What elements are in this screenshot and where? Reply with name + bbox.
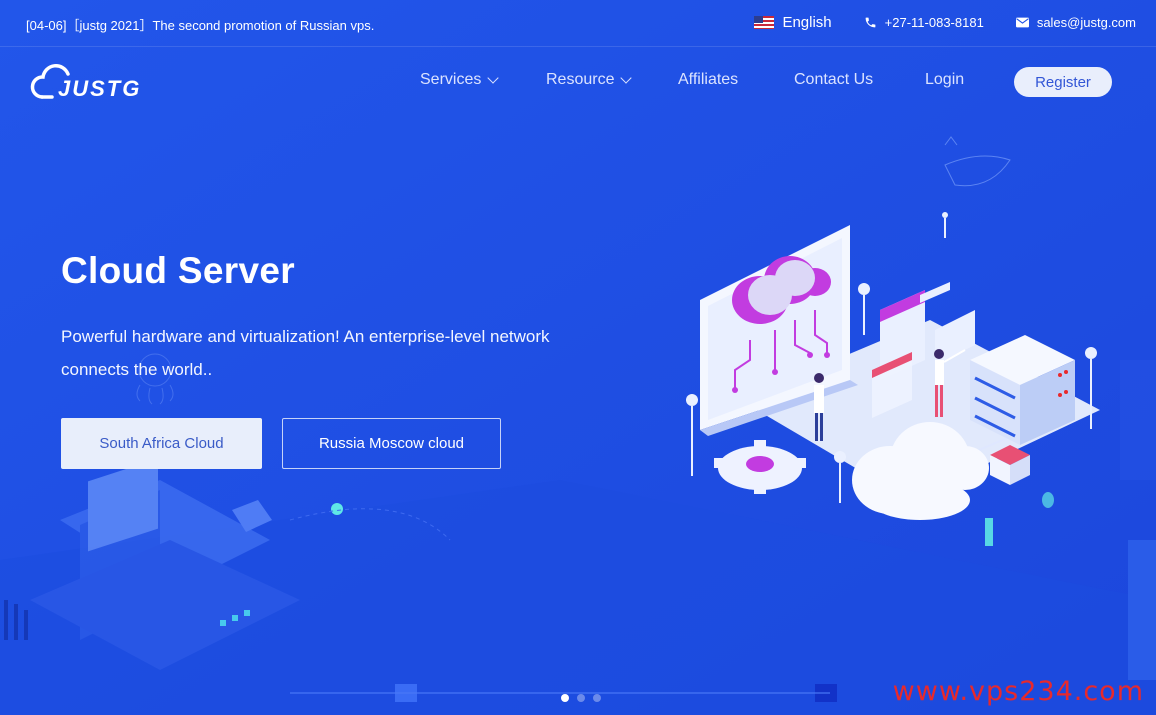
phone-icon [865, 17, 876, 28]
nav-resource-label: Resource [546, 71, 615, 88]
carousel-dot-2[interactable] [577, 694, 585, 702]
nav-affiliates-label: Affiliates [678, 71, 739, 88]
chevron-down-icon [620, 72, 633, 84]
nav-links: Services Resource Affiliates Contact Us … [420, 71, 985, 89]
carousel-indicators [561, 694, 601, 702]
register-button[interactable]: Register [1014, 67, 1112, 97]
hero-subtitle: Powerful hardware and virtualization! An… [61, 327, 550, 379]
email-contact[interactable]: sales@justg.com [1015, 15, 1136, 30]
mail-icon [1015, 17, 1029, 28]
phone-number: +27-11-083-8181 [884, 15, 984, 30]
nav-resource[interactable]: Resource [546, 71, 678, 89]
email-address: sales@justg.com [1036, 15, 1136, 30]
language-label: English [782, 14, 832, 31]
carousel-dot-1[interactable] [561, 694, 569, 702]
chevron-down-icon [487, 72, 500, 84]
gear-icon [714, 440, 806, 494]
cloud-server-illustration [686, 212, 1100, 546]
nav-contact-us[interactable]: Contact Us [794, 71, 925, 89]
hero-title: Cloud Server [61, 250, 295, 291]
justg-logo[interactable]: JUSTG [28, 63, 148, 103]
nav-contact-label: Contact Us [794, 71, 874, 88]
promotion-link[interactable]: [04-06]［justg 2021］The second promotion … [26, 15, 374, 34]
south-africa-cloud-button[interactable]: South Africa Cloud [61, 418, 262, 469]
nav-login-label: Login [925, 71, 965, 88]
top-info-bar: [04-06]［justg 2021］The second promotion … [0, 0, 1156, 47]
us-flag-icon [754, 16, 775, 29]
contact-bar: English +27-11-083-8181 sales@justg.com [754, 14, 1136, 31]
main-navigation: JUSTG Services Resource Affiliates Conta… [0, 47, 1156, 117]
nav-affiliates[interactable]: Affiliates [678, 71, 794, 89]
phone-contact[interactable]: +27-11-083-8181 [864, 15, 984, 30]
nav-services[interactable]: Services [420, 71, 546, 89]
nav-login[interactable]: Login [925, 71, 985, 89]
nav-services-label: Services [420, 71, 482, 88]
language-selector[interactable]: English [754, 14, 832, 31]
russia-moscow-cloud-button[interactable]: Russia Moscow cloud [282, 418, 501, 469]
carousel-dot-3[interactable] [593, 694, 601, 702]
site-watermark: www.vps234.com [892, 676, 1144, 707]
svg-text:JUSTG: JUSTG [58, 76, 141, 101]
